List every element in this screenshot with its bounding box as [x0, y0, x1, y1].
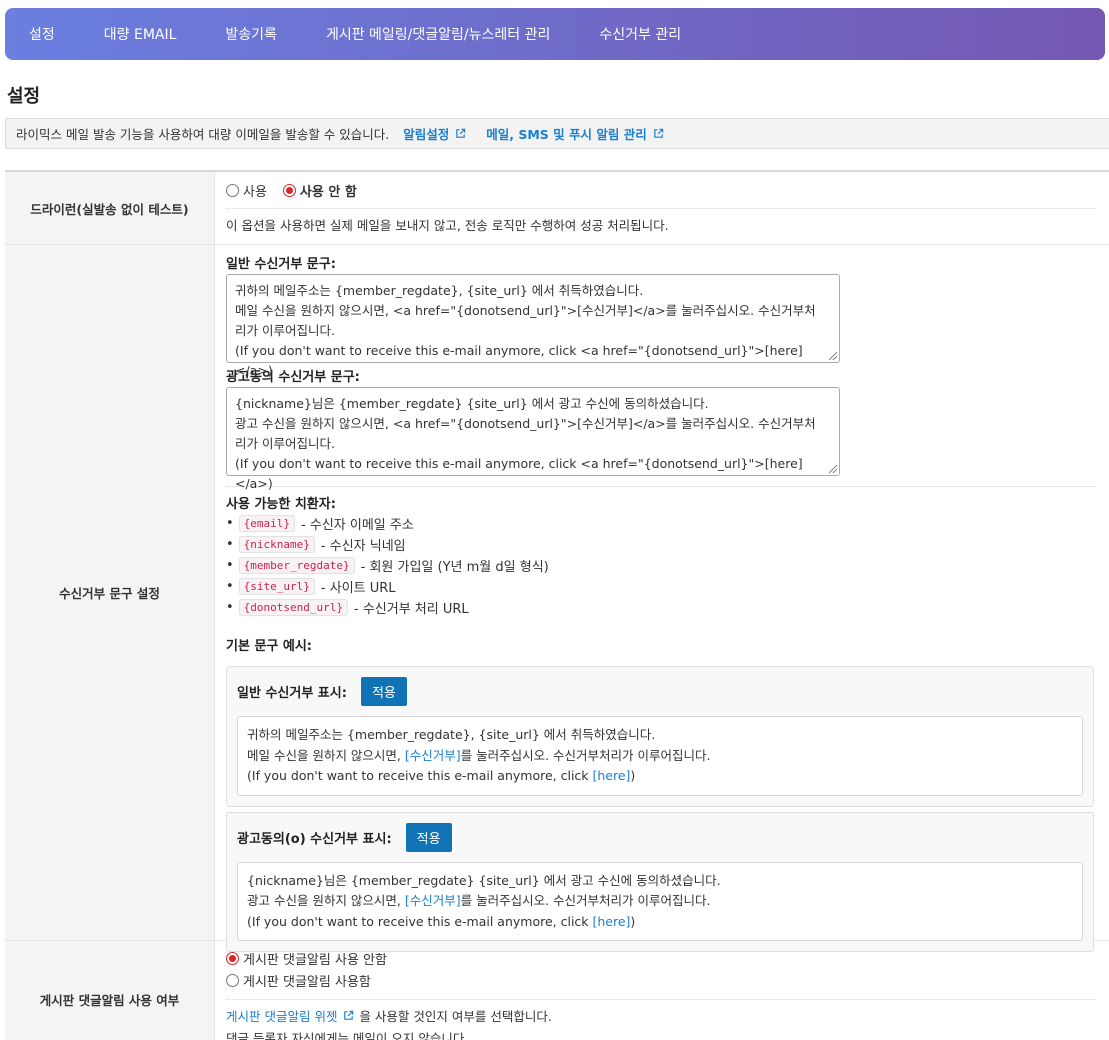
info-text: 라이믹스 메일 발송 기능을 사용하여 대량 이메일을 발송할 수 있습니다. — [16, 127, 390, 142]
placeholder-desc: - 수신자 이메일 주소 — [301, 518, 414, 533]
placeholder-desc: - 회원 가입일 (Y년 m월 d일 형식) — [360, 560, 549, 575]
placeholder-code: {site_url} — [238, 578, 315, 595]
comment-notify-on-label[interactable]: 게시판 댓글알림 사용함 — [243, 971, 371, 990]
list-item: {donotsend_url} - 수신거부 처리 URL — [226, 597, 1095, 618]
textarea-line: (If you don't want to receive this e-mai… — [235, 343, 803, 378]
preview-text: (If you don't want to receive this e-mai… — [247, 913, 593, 929]
comment-notify-row: 게시판 댓글알림 사용 여부 게시판 댓글알림 사용 안함 게시판 댓글알림 사… — [5, 941, 1109, 1040]
dryrun-use-label[interactable]: 사용 — [243, 181, 267, 200]
preview-line: {nickname}님은 {member_regdate} {site_url}… — [247, 872, 721, 888]
unsubscribe-link[interactable]: [수신거부] — [405, 893, 461, 908]
textarea-line: (If you don't want to receive this e-mai… — [235, 456, 803, 491]
apply-ad-button[interactable]: 적용 — [405, 822, 452, 852]
external-link-icon — [653, 128, 663, 138]
general-example-preview: 귀하의 메일주소는 {member_regdate}, {site_url} 에… — [237, 716, 1083, 796]
examples-label: 기본 문구 예시: — [226, 639, 313, 654]
preview-line: 광고 수신을 원하지 않으시면, [수신거부]를 눌러주십시오. 수신거부처리가… — [247, 891, 1073, 912]
external-link-icon — [456, 128, 466, 138]
placeholder-code: {member_regdate} — [238, 557, 355, 574]
here-link[interactable]: [here] — [593, 914, 631, 929]
comment-notify-on-radio[interactable] — [226, 973, 239, 987]
general-unsub-textarea[interactable]: 귀하의 메일주소는 {member_regdate}, {site_url} 에… — [226, 274, 840, 378]
dryrun-nouse-radio[interactable] — [282, 183, 296, 197]
unsubscribe-link[interactable]: [수신거부] — [405, 748, 461, 763]
top-nav: 설정 대량 EMAIL 발송기록 게시판 메일링/댓글알림/뉴스레터 관리 수신… — [5, 8, 1105, 60]
general-example-box: 일반 수신거부 표시: 적용 귀하의 메일주소는 {member_regdate… — [226, 666, 1094, 807]
placeholder-code: {donotsend_url} — [238, 599, 349, 616]
nav-item-settings[interactable]: 설정 — [29, 24, 55, 44]
resize-handle-icon[interactable] — [829, 352, 837, 360]
unsub-label: 수신거부 문구 설정 — [5, 245, 215, 940]
comment-notify-off-label[interactable]: 게시판 댓글알림 사용 안함 — [243, 949, 387, 968]
preview-text: ) — [630, 913, 636, 929]
comment-widget-link[interactable]: 게시판 댓글알림 위젯 — [226, 1006, 337, 1025]
preview-text: (If you don't want to receive this e-mai… — [247, 768, 593, 783]
comment-notify-help-2: 댓글 등록자 자신에게는 메일이 오지 않습니다. — [226, 1031, 469, 1040]
resize-handle-icon[interactable] — [829, 465, 837, 473]
placeholder-desc: - 수신자 닉네임 — [320, 539, 406, 554]
apply-general-button[interactable]: 적용 — [360, 677, 407, 706]
textarea-line: 광고 수신을 원하지 않으시면, <a href="{donotsend_url… — [235, 416, 816, 431]
ad-example-title: 광고동의(o) 수신거부 표시: — [237, 831, 392, 847]
dryrun-cell: 사용 사용 안 함 이 옵션을 사용하면 실제 메일을 보내지 않고, 전송 로… — [215, 172, 1109, 244]
ad-example-preview: {nickname}님은 {member_regdate} {site_url}… — [237, 861, 1083, 941]
external-link-icon — [344, 1010, 354, 1020]
dryrun-use-radio[interactable] — [226, 183, 239, 197]
mail-sms-push-link-label: 메일, SMS 및 푸시 알림 관리 — [486, 127, 647, 142]
textarea-line: 메일 수신을 원하지 않으시면, <a href="{donotsend_url… — [235, 303, 816, 318]
dryrun-nouse-label[interactable]: 사용 안 함 — [300, 181, 357, 200]
textarea-line: 귀하의 메일주소는 {member_regdate}, {site_url} 에… — [235, 283, 644, 298]
preview-text: 광고 수신을 원하지 않으시면, — [247, 893, 405, 908]
dryrun-row: 드라이런(실발송 없이 테스트) 사용 사용 안 함 이 옵션을 사용하면 실제… — [5, 172, 1109, 245]
comment-notify-help-text: 을 사용할 것인지 여부를 선택합니다. — [359, 1009, 552, 1024]
info-bar: 라이믹스 메일 발송 기능을 사용하여 대량 이메일을 발송할 수 있습니다. … — [5, 118, 1109, 149]
nav-item-unsubscribe[interactable]: 수신거부 관리 — [599, 24, 681, 44]
here-link[interactable]: [here] — [593, 768, 631, 783]
dryrun-help: 이 옵션을 사용하면 실제 메일을 보내지 않고, 전송 로직만 수행하여 성공… — [226, 218, 669, 233]
placeholders-label: 사용 가능한 치환자: — [226, 497, 336, 512]
nav-item-board-mailing[interactable]: 게시판 메일링/댓글알림/뉴스레터 관리 — [326, 24, 550, 44]
preview-line: (If you don't want to receive this e-mai… — [247, 766, 1073, 787]
nav-item-send-log[interactable]: 발송기록 — [225, 24, 277, 44]
ad-unsub-textarea[interactable]: {nickname}님은 {member_regdate} {site_url}… — [226, 387, 840, 491]
settings-table: 드라이런(실발송 없이 테스트) 사용 사용 안 함 이 옵션을 사용하면 실제… — [5, 170, 1109, 1040]
preview-line: 귀하의 메일주소는 {member_regdate}, {site_url} 에… — [247, 727, 656, 742]
preview-text: 메일 수신을 원하지 않으시면, — [247, 747, 405, 763]
preview-line: 메일 수신을 원하지 않으시면, [수신거부]를 눌러주십시오. 수신거부처리가… — [247, 746, 1073, 767]
placeholder-desc: - 사이트 URL — [320, 581, 396, 596]
textarea-line: 리가 이루어집니다. — [235, 323, 335, 338]
notify-settings-link-label: 알림설정 — [403, 127, 450, 142]
unsub-row: 수신거부 문구 설정 일반 수신거부 문구: 귀하의 메일주소는 {member… — [5, 245, 1109, 952]
general-unsub-label: 일반 수신거부 문구: — [226, 257, 336, 272]
comment-notify-off-radio[interactable] — [226, 951, 239, 965]
placeholder-code: {email} — [238, 515, 296, 532]
textarea-line: {nickname}님은 {member_regdate} {site_url}… — [235, 396, 709, 411]
preview-line: (If you don't want to receive this e-mai… — [247, 912, 1073, 933]
textarea-line: 리가 이루어집니다. — [235, 436, 335, 451]
comment-notify-help: 게시판 댓글알림 위젯 을 사용할 것인지 여부를 선택합니다. — [226, 1006, 1095, 1025]
preview-text: 를 눌러주십시오. 수신거부처리가 이루어집니다. — [460, 747, 711, 763]
mail-sms-push-link[interactable]: 메일, SMS 및 푸시 알림 관리 — [486, 124, 663, 143]
page-title: 설정 — [7, 86, 41, 107]
unsub-cell: 일반 수신거부 문구: 귀하의 메일주소는 {member_regdate}, … — [215, 245, 1109, 952]
list-item: {email} - 수신자 이메일 주소 — [226, 513, 1095, 534]
list-item: {member_regdate} - 회원 가입일 (Y년 m월 d일 형식) — [226, 555, 1095, 576]
nav-item-bulk-email[interactable]: 대량 EMAIL — [104, 24, 177, 44]
preview-text: ) — [630, 768, 636, 783]
placeholder-code: {nickname} — [238, 536, 315, 553]
dryrun-label: 드라이런(실발송 없이 테스트) — [5, 172, 215, 244]
preview-text: 를 눌러주십시오. 수신거부처리가 이루어집니다. — [460, 893, 711, 908]
list-item: {site_url} - 사이트 URL — [226, 576, 1095, 597]
ad-example-box: 광고동의(o) 수신거부 표시: 적용 {nickname}님은 {member… — [226, 811, 1094, 952]
notify-settings-link[interactable]: 알림설정 — [403, 124, 466, 143]
placeholder-desc: - 수신거부 처리 URL — [354, 602, 469, 617]
list-item: {nickname} - 수신자 닉네임 — [226, 534, 1095, 555]
general-example-title: 일반 수신거부 표시: — [237, 686, 347, 701]
comment-notify-cell: 게시판 댓글알림 사용 안함 게시판 댓글알림 사용함 게시판 댓글알림 위젯 … — [215, 941, 1109, 1040]
comment-notify-label: 게시판 댓글알림 사용 여부 — [5, 941, 215, 1040]
placeholders-list: {email}- 수신자 이메일 주소 {nickname}- 수신자 닉네임 … — [226, 513, 1095, 618]
